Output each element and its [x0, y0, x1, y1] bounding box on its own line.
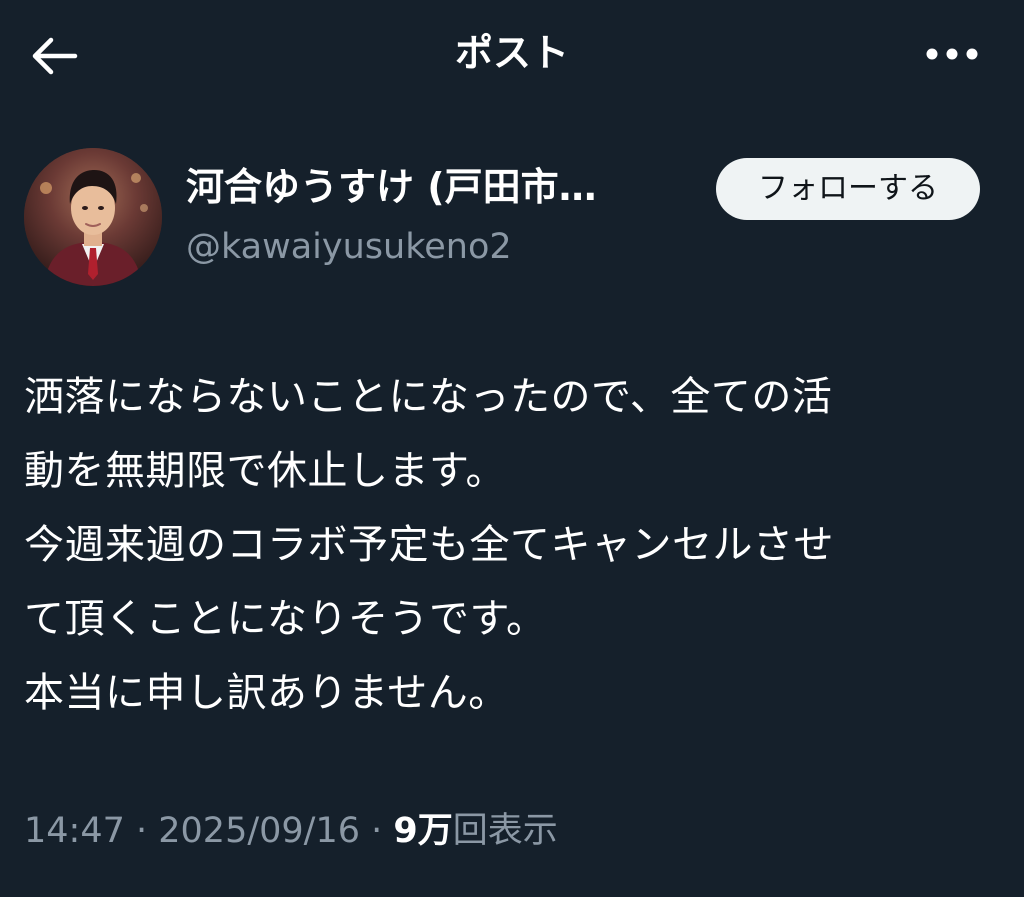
display-name[interactable]: 河合ゆうすけ (戸田市…: [186, 162, 686, 212]
meta-separator: ·: [124, 811, 159, 851]
post-date[interactable]: 2025/09/16: [158, 811, 360, 851]
page-title: ポスト: [454, 31, 569, 75]
profile-photo: [24, 148, 162, 286]
more-horizontal-icon: [926, 48, 978, 60]
follow-button[interactable]: フォローする: [716, 158, 980, 220]
avatar[interactable]: [24, 148, 162, 286]
post-text-line: 本当に申し訳ありません。: [24, 670, 509, 716]
post-text-line: 動を無期限で休止します。: [24, 448, 506, 494]
top-bar: ポスト: [0, 0, 1024, 110]
post-text-line: 今週来週のコラボ予定も全てキャンセルさせ: [24, 522, 834, 568]
post-text-line: て頂くことになりそうです。: [24, 596, 547, 642]
views-label: 回表示: [452, 811, 558, 851]
views-count: 9万: [393, 811, 453, 851]
more-button[interactable]: [920, 30, 984, 78]
post-body: 洒落にならないことになったので、全ての活 動を無期限で休止します。 今週来週のコ…: [24, 360, 1014, 730]
post-time[interactable]: 14:47: [24, 811, 125, 851]
user-handle[interactable]: @kawaiyusukeno2: [186, 224, 512, 270]
post-text-line: 洒落にならないことになったので、全ての活: [24, 374, 833, 420]
post-metadata: 14:47 · 2025/09/16 · 9万回表示: [24, 806, 558, 856]
post-author: 河合ゆうすけ (戸田市… @kawaiyusukeno2 フォローする: [24, 148, 1000, 288]
meta-separator: ·: [360, 811, 394, 851]
